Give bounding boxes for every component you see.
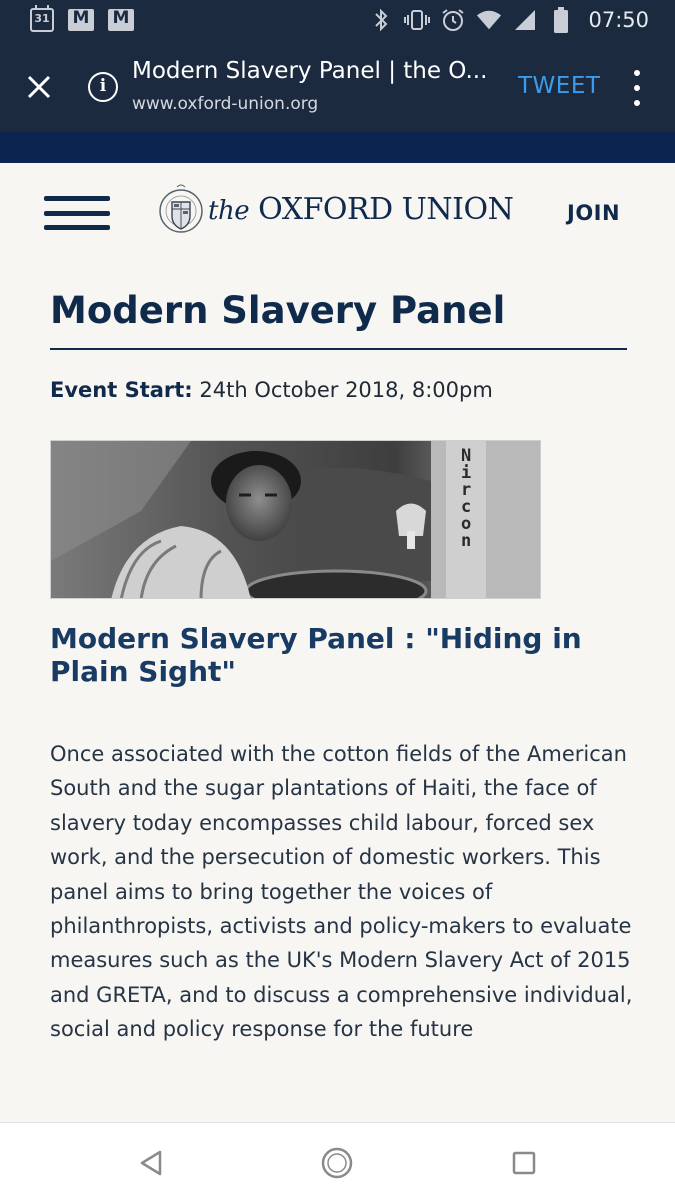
event-subtitle: Modern Slavery Panel : "Hiding in Plain … bbox=[50, 622, 582, 688]
gmail-icon bbox=[108, 8, 134, 31]
info-icon[interactable]: i bbox=[88, 72, 118, 102]
event-description: Once associated with the cotton fields o… bbox=[50, 742, 633, 1042]
menu-icon[interactable] bbox=[44, 196, 110, 230]
notification-icons: 31 bbox=[30, 5, 134, 32]
oxford-union-logo[interactable]: the OXFORD UNION bbox=[208, 192, 514, 227]
system-navigation-bar bbox=[0, 1122, 675, 1200]
event-start-value: 24th October 2018, 8:00pm bbox=[199, 378, 493, 402]
gmail-icon bbox=[68, 8, 94, 31]
event-photo: Nircon bbox=[50, 440, 541, 599]
page-title-in-toolbar: Modern Slavery Panel | the O... bbox=[132, 58, 488, 84]
signal-icon bbox=[512, 6, 538, 34]
battery-icon bbox=[548, 6, 574, 34]
back-icon[interactable] bbox=[133, 1145, 169, 1181]
home-icon[interactable] bbox=[319, 1145, 355, 1181]
calendar-icon: 31 bbox=[30, 5, 54, 32]
browser-toolbar: i Modern Slavery Panel | the O... www.ox… bbox=[0, 42, 675, 132]
status-bar: 31 07:50 bbox=[0, 0, 675, 42]
site-nav-stripe bbox=[0, 132, 675, 163]
photo-sign-text: Nircon bbox=[461, 446, 471, 551]
tweet-button[interactable]: TWEET bbox=[518, 73, 600, 99]
system-icons: 07:50 bbox=[368, 6, 649, 34]
more-options-icon[interactable] bbox=[630, 70, 644, 106]
title-divider bbox=[50, 348, 627, 350]
logo-name: OXFORD UNION bbox=[258, 192, 514, 227]
vibrate-icon bbox=[404, 6, 431, 34]
recents-icon[interactable] bbox=[506, 1145, 542, 1181]
alarm-icon bbox=[440, 6, 466, 34]
event-start: Event Start: 24th October 2018, 8:00pm bbox=[50, 378, 493, 402]
url-display: www.oxford-union.org bbox=[132, 94, 319, 114]
bluetooth-icon bbox=[368, 6, 394, 34]
join-link[interactable]: JOIN bbox=[567, 201, 620, 225]
oxford-union-crest-icon[interactable] bbox=[158, 180, 204, 246]
event-title: Modern Slavery Panel bbox=[50, 289, 506, 332]
logo-the: the bbox=[208, 196, 250, 226]
event-start-label: Event Start: bbox=[50, 378, 193, 402]
wifi-icon bbox=[476, 6, 502, 34]
clock: 07:50 bbox=[588, 8, 649, 32]
close-icon[interactable] bbox=[22, 70, 56, 104]
